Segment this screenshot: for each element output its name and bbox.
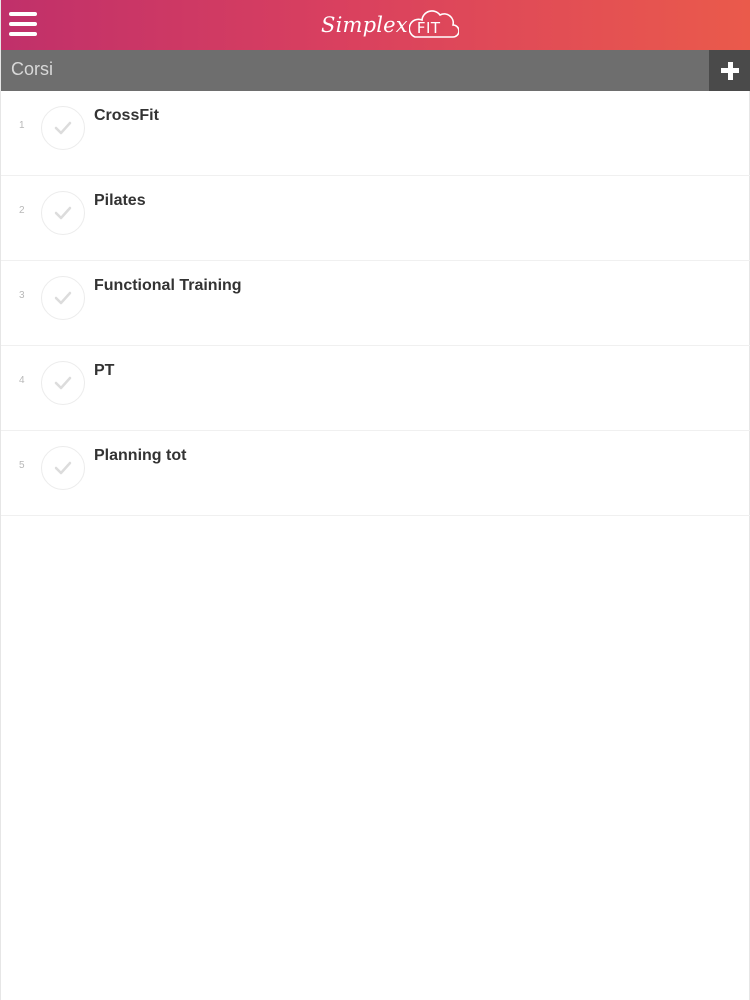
course-name: Pilates — [94, 192, 146, 209]
course-item[interactable]: 3 Functional Training — [1, 261, 750, 346]
app-logo: Simplex FIT — [321, 6, 459, 44]
top-bar: Simplex FIT — [1, 0, 750, 50]
course-number: 4 — [19, 375, 25, 386]
app-frame: Simplex FIT Corsi 1 CrossFit 2 Pilates 3… — [0, 0, 750, 1000]
course-number: 3 — [19, 290, 25, 301]
logo-badge: FIT — [416, 19, 441, 37]
course-number: 2 — [19, 205, 25, 216]
logo-wordmark: Simplex — [321, 13, 408, 37]
check-icon[interactable] — [41, 361, 85, 405]
course-item[interactable]: 4 PT — [1, 346, 750, 431]
course-name: PT — [94, 362, 115, 379]
check-icon[interactable] — [41, 191, 85, 235]
check-icon[interactable] — [41, 106, 85, 150]
course-number: 5 — [19, 460, 25, 471]
section-title: Corsi — [11, 59, 54, 79]
check-icon[interactable] — [41, 276, 85, 320]
course-number: 1 — [19, 120, 25, 131]
add-course-button[interactable] — [709, 50, 750, 91]
cloud-icon: FIT — [408, 7, 459, 43]
course-item[interactable]: 5 Planning tot — [1, 431, 750, 516]
check-icon[interactable] — [41, 446, 85, 490]
course-name: Functional Training — [94, 277, 242, 294]
section-header: Corsi — [1, 50, 750, 91]
course-item[interactable]: 1 CrossFit — [1, 91, 750, 176]
course-name: Planning tot — [94, 447, 187, 464]
course-list: 1 CrossFit 2 Pilates 3 Functional Traini… — [1, 91, 750, 516]
course-name: CrossFit — [94, 107, 159, 124]
course-item[interactable]: 2 Pilates — [1, 176, 750, 261]
hamburger-menu-icon[interactable] — [9, 12, 37, 36]
